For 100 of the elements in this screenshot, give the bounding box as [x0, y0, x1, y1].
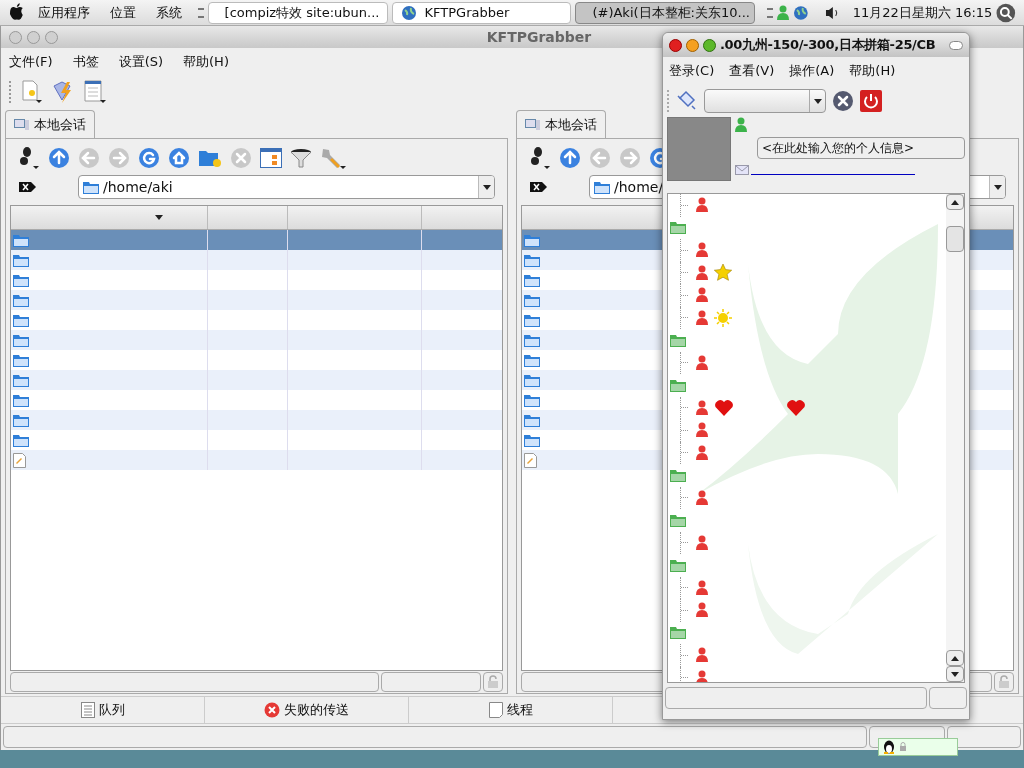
dropdown-button[interactable]	[478, 176, 494, 198]
filter-icon[interactable]	[290, 148, 312, 168]
person-icon	[696, 647, 708, 664]
folder-icon	[670, 468, 686, 482]
person-icon	[696, 264, 708, 281]
status-dropdown[interactable]	[704, 89, 826, 113]
signature-field[interactable]: <在此处输入您的个人信息>	[757, 137, 965, 159]
clock[interactable]: 11月22日星期六 16:15	[852, 2, 993, 23]
menu-item[interactable]: 帮助(H)	[183, 52, 229, 72]
folder-icon	[13, 273, 29, 287]
status-field	[929, 687, 967, 709]
plug-icon[interactable]	[676, 90, 698, 112]
search-icon[interactable]	[996, 2, 1016, 23]
back-icon[interactable]	[589, 147, 611, 169]
folder-icon	[524, 313, 540, 327]
menu-item[interactable]: 登录(C)	[669, 61, 715, 81]
window-control-icon[interactable]	[9, 30, 22, 44]
penguin-icon	[883, 740, 895, 754]
close-button[interactable]	[669, 38, 682, 52]
window-title: .00九州-150/-300,日本拼箱-25/CB	[720, 36, 936, 55]
person-icon	[696, 669, 708, 682]
clear-icon[interactable]	[18, 181, 38, 193]
tree-view-icon[interactable]	[260, 148, 282, 168]
menu-item[interactable]: 书签	[72, 52, 99, 72]
handle-icon	[767, 7, 774, 18]
taskbar-button[interactable]: (#)Aki(日本整柜:关东10...	[575, 1, 756, 24]
window-control-icon[interactable]	[45, 30, 58, 44]
bottom-tab[interactable]: 失败的传送	[205, 697, 409, 723]
folder-icon	[524, 353, 540, 367]
power-icon[interactable]	[860, 90, 882, 112]
session-tab[interactable]: 本地会话	[5, 110, 95, 138]
computer-icon	[525, 117, 541, 132]
handle-icon	[667, 90, 670, 112]
folder-icon	[670, 558, 686, 572]
session-tab[interactable]: 本地会话	[516, 110, 606, 138]
scroll-up-button[interactable]	[946, 194, 964, 210]
window-control-icon[interactable]	[27, 30, 40, 44]
lock-icon	[899, 742, 907, 752]
file-icon	[524, 452, 537, 468]
document-grid-icon[interactable]	[84, 80, 108, 104]
footprints-icon[interactable]	[529, 146, 551, 170]
menu-item[interactable]: 设置(S)	[118, 52, 164, 72]
taskbar-button[interactable]: KFTPGrabber	[391, 1, 572, 24]
panel-menu[interactable]: 系统	[147, 2, 190, 23]
bottom-tab[interactable]: 队列	[1, 697, 205, 723]
caret-icon	[813, 98, 822, 104]
menu-item[interactable]: 查看(V)	[729, 61, 775, 81]
taskbar-button[interactable]: [compiz特效 site:ubun...	[207, 1, 388, 24]
mail-icon[interactable]	[735, 165, 749, 175]
panel-menu[interactable]: 应用程序	[29, 2, 98, 23]
folder-icon	[524, 413, 540, 427]
folder-icon	[524, 433, 540, 447]
table-header[interactable]	[11, 206, 502, 230]
folder-icon	[13, 253, 29, 267]
scroll-down-button[interactable]	[946, 666, 964, 682]
refresh-icon[interactable]	[138, 147, 160, 169]
path-field[interactable]: /home/aki	[78, 175, 495, 199]
menu-item[interactable]: 文件(F)	[9, 52, 53, 72]
minimize-button[interactable]	[686, 38, 699, 52]
folder-icon	[13, 393, 29, 407]
bottom-tab[interactable]: 线程	[409, 697, 613, 723]
sun-icon	[714, 308, 732, 327]
scroll-thumb[interactable]	[946, 226, 964, 252]
maximize-button[interactable]	[703, 38, 716, 52]
computer-icon	[14, 117, 30, 132]
menu-item[interactable]: 帮助(H)	[849, 61, 896, 81]
menu-item[interactable]: 操作(A)	[789, 61, 835, 81]
folder-icon	[13, 413, 29, 427]
globe-icon	[793, 4, 809, 21]
file-icon	[13, 452, 26, 468]
new-folder-icon[interactable]	[198, 148, 222, 168]
new-document-icon[interactable]	[20, 80, 44, 104]
folder-icon	[524, 393, 540, 407]
folder-icon	[13, 293, 29, 307]
up-icon[interactable]	[48, 147, 70, 169]
back-icon[interactable]	[78, 147, 100, 169]
scrollbar[interactable]	[946, 194, 964, 682]
folder-icon	[524, 233, 540, 247]
person-icon	[696, 242, 708, 259]
footprints-icon[interactable]	[18, 146, 40, 170]
up-caret-icon	[951, 655, 959, 661]
folder-icon	[524, 253, 540, 267]
error-icon	[264, 702, 280, 718]
wrench-icon[interactable]	[320, 146, 346, 170]
up-icon[interactable]	[559, 147, 581, 169]
scroll-up-button[interactable]	[946, 650, 964, 666]
person-icon	[696, 579, 708, 596]
folder-icon	[13, 373, 29, 387]
panel-menu[interactable]: 位置	[101, 2, 144, 23]
forward-icon[interactable]	[108, 147, 130, 169]
home-icon[interactable]	[168, 147, 190, 169]
path-text: /home/aki	[103, 177, 174, 197]
cancel-icon[interactable]	[832, 90, 854, 112]
forward-icon[interactable]	[619, 147, 641, 169]
folder-icon	[83, 180, 99, 194]
dropdown-button[interactable]	[989, 176, 1005, 198]
person-icon	[735, 117, 747, 133]
stop-icon[interactable]	[230, 147, 252, 169]
shade-button[interactable]	[949, 40, 963, 50]
clear-icon[interactable]	[529, 181, 549, 193]
